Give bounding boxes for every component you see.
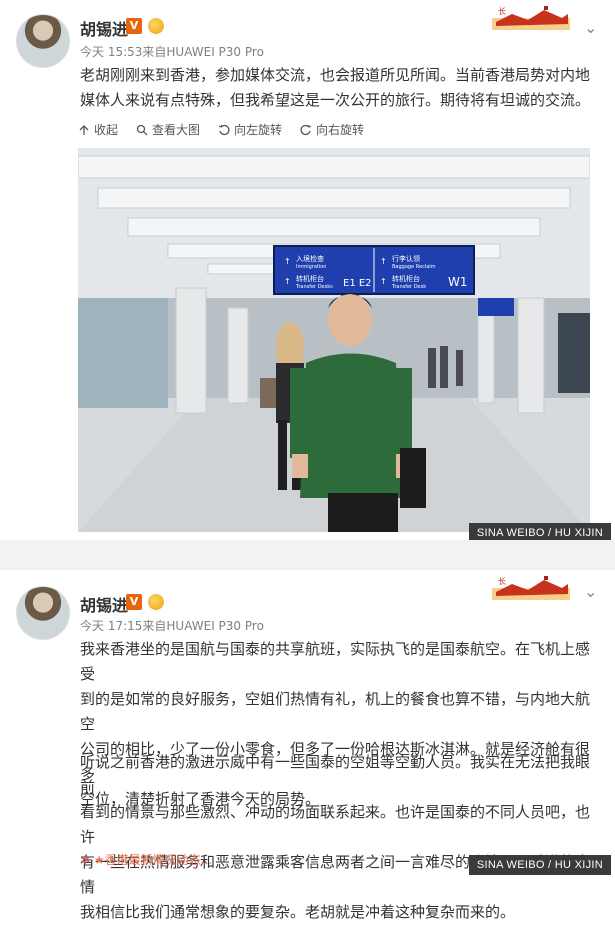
- svg-text:W1: W1: [448, 275, 468, 289]
- svg-text:↑: ↑: [380, 257, 387, 266]
- chevron-down-icon[interactable]: ⌄: [584, 18, 597, 37]
- weibo-post-1: 胡锡进 V 今天 15:53来自HUAWEI P30 Pro 长 ⌄ 老胡刚刚来…: [0, 0, 615, 540]
- svg-text:长: 长: [498, 6, 506, 16]
- collapse-up-icon: [79, 124, 89, 135]
- photo-credit-2: SINA WEIBO / HU XIJIN: [468, 855, 611, 875]
- magnifier-icon: [136, 124, 148, 135]
- post-divider: [0, 540, 615, 570]
- svg-text:↑: ↑: [380, 277, 387, 286]
- post-text-paragraph-2: 听说之前香港的激进示威中有一些国泰的空姐等空勤人员。我实在无法把我眼前 看到的情…: [80, 753, 591, 921]
- rotate-right-action[interactable]: 向右旋转: [300, 121, 364, 138]
- svg-text:↑: ↑: [284, 257, 291, 266]
- author-name[interactable]: 胡锡进: [80, 16, 128, 40]
- chevron-down-icon[interactable]: ⌄: [584, 582, 597, 601]
- image-toolbar: 收起 查看大图 向左旋转 向右旋转: [78, 121, 364, 138]
- avatar[interactable]: [16, 14, 70, 68]
- svg-text:转机柜台: 转机柜台: [296, 274, 324, 283]
- svg-text:转机柜台: 转机柜台: [392, 274, 420, 283]
- verified-v-badge-icon: V: [126, 594, 142, 610]
- svg-text:长: 长: [498, 576, 506, 586]
- svg-text:Baggage Reclaim: Baggage Reclaim: [392, 264, 436, 270]
- post-timestamp-source: 今天 17:15来自HUAWEI P30 Pro: [80, 619, 264, 633]
- post-photo-airport[interactable]: ↑ 入境检查 Immigration ↑ 转机柜台 Transfer Desks…: [78, 148, 590, 532]
- svg-text:Transfer Desk: Transfer Desk: [391, 284, 426, 290]
- svg-text:E1 E2: E1 E2: [343, 278, 372, 289]
- great-wall-card-icon: 长: [492, 576, 570, 600]
- gold-medal-icon: [148, 594, 164, 610]
- collapse-action[interactable]: 收起: [78, 121, 118, 138]
- view-large-image-action[interactable]: 查看大图: [136, 121, 200, 138]
- flower-icon: ✲: [80, 853, 91, 867]
- avatar[interactable]: [16, 586, 70, 640]
- post-timestamp-source: 今天 15:53来自HUAWEI P30 Pro: [80, 45, 264, 59]
- rotate-right-icon: [300, 124, 312, 135]
- svg-text:Immigration: Immigration: [296, 264, 326, 270]
- author-name[interactable]: 胡锡进: [80, 592, 128, 616]
- airport-scene-image: ↑ 入境检查 Immigration ↑ 转机柜台 Transfer Desks…: [78, 148, 590, 532]
- rotate-left-icon: [218, 124, 230, 135]
- rotate-left-action[interactable]: 向左旋转: [218, 121, 282, 138]
- topic-link[interactable]: ✲ ★香港最新情况动态...: [80, 851, 212, 868]
- svg-text:入境检查: 入境检查: [296, 254, 324, 263]
- gold-medal-icon: [148, 18, 164, 34]
- verified-v-badge-icon: V: [126, 18, 142, 34]
- svg-text:↑: ↑: [284, 277, 291, 286]
- post-text: 老胡刚刚来到香港，参加媒体交流，也会报道所见所闻。当前香港局势对内地媒体人来说有…: [80, 66, 591, 109]
- svg-text:行李认领: 行李认领: [392, 254, 420, 263]
- great-wall-card-icon: 长: [492, 6, 570, 30]
- svg-text:Transfer Desks: Transfer Desks: [295, 284, 333, 290]
